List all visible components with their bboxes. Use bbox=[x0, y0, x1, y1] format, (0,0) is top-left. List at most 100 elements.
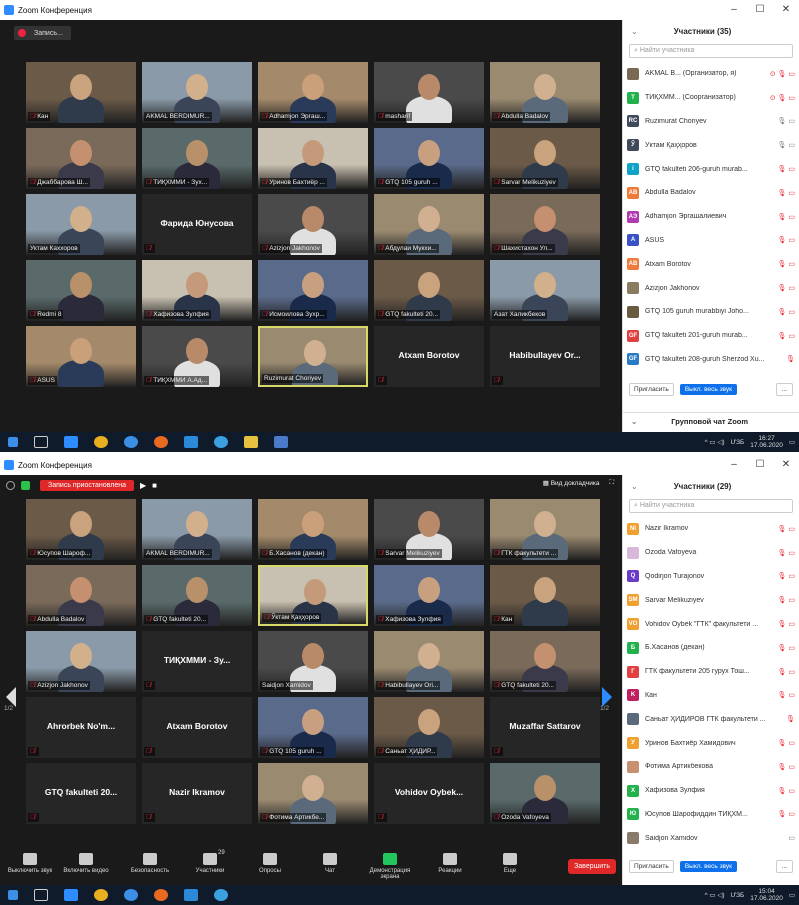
video-tile[interactable]: 🎙̸ Sarvar Melikuziyev bbox=[374, 499, 484, 560]
close-button[interactable]: ✕ bbox=[773, 455, 799, 475]
video-tile[interactable]: Ahrorbek No'm... 🎙̸ bbox=[26, 697, 136, 758]
participant-row[interactable]: Saidjon Xamidov ▭ bbox=[627, 826, 795, 850]
video-tile[interactable]: Atxam Borotov 🎙̸ bbox=[374, 326, 484, 387]
video-tile[interactable]: 🎙̸ Саньат ҲИДИР... bbox=[374, 697, 484, 758]
participant-row[interactable]: i GTQ fakulteti 206-guruh murab... 🎙 ▭ bbox=[627, 157, 795, 181]
video-tile[interactable]: 🎙̸ Кан bbox=[26, 62, 136, 123]
video-tile[interactable]: 🎙̸ Abdulla Badalov bbox=[490, 62, 600, 123]
participant-row[interactable]: Ю Юсупов Шарофиддин ТИҚХМ... 🎙 ▭ bbox=[627, 803, 795, 827]
telegram-icon[interactable] bbox=[214, 889, 228, 901]
video-tile[interactable]: Ruzimurat Choriyev bbox=[258, 326, 368, 387]
clock[interactable]: 15:04 17.06.2020 bbox=[750, 888, 783, 902]
search-input[interactable]: ⌕ Найти участника bbox=[629, 44, 793, 58]
mute-all-button[interactable]: Выкл. весь звук bbox=[679, 861, 737, 872]
stop-recording-icon[interactable]: ■ bbox=[152, 481, 157, 490]
participant-row[interactable]: Б Б.Хасанов (декан) 🎙 ▭ bbox=[627, 636, 795, 660]
tray-icons[interactable]: ^ ▭ ◁) bbox=[705, 891, 725, 899]
video-tile[interactable]: 🎙̸ Юсупов Шароф... bbox=[26, 499, 136, 560]
firefox-icon[interactable] bbox=[154, 889, 168, 901]
clock[interactable]: 16:27 17.06.2020 bbox=[750, 435, 783, 449]
language-indicator[interactable]: ƯЗБ bbox=[731, 439, 745, 446]
video-tile[interactable]: Уктам Каххоров bbox=[26, 194, 136, 255]
video-tile[interactable]: AKMAL BERDIMUR... bbox=[142, 62, 252, 123]
speaker-view-button[interactable]: ▦ Вид докладчика bbox=[543, 479, 600, 487]
zoom-taskbar-icon[interactable] bbox=[64, 436, 78, 448]
polls-button[interactable]: Опросы bbox=[240, 853, 300, 874]
video-tile[interactable]: Nazir Ikramov 🎙̸ bbox=[142, 763, 252, 824]
video-tile[interactable]: 🎙̸ Фотима Артикбе... bbox=[258, 763, 368, 824]
prev-page-icon[interactable] bbox=[6, 687, 16, 707]
video-tile[interactable]: 🎙̸ GTQ 105 guruh ... bbox=[258, 697, 368, 758]
invite-button[interactable]: Пригласить bbox=[629, 860, 674, 873]
video-tile[interactable]: 🎙̸ Ўктам Қаҳҳоров bbox=[258, 565, 368, 626]
notification-icon[interactable]: ▭ bbox=[789, 438, 795, 446]
participant-row[interactable]: Г ГТК факультети 205 гурух Тош... 🎙 ▭ bbox=[627, 660, 795, 684]
language-indicator[interactable]: ƯЗБ bbox=[731, 892, 745, 899]
participant-row[interactable]: Ozoda Vafoyeva 🎙 ▭ bbox=[627, 541, 795, 565]
video-tile[interactable]: GTQ fakulteti 20... 🎙̸ bbox=[26, 763, 136, 824]
video-tile[interactable]: 🎙̸ Azizjon Jakhonov bbox=[258, 194, 368, 255]
vscode-icon[interactable] bbox=[184, 889, 198, 901]
video-tile[interactable]: 🎙̸ ASUS bbox=[26, 326, 136, 387]
vscode-icon[interactable] bbox=[184, 436, 198, 448]
chevron-down-icon[interactable]: ⌄ bbox=[631, 27, 638, 36]
video-tile[interactable]: 🎙̸ Исмоилова Зухр... bbox=[258, 260, 368, 321]
video-tile[interactable]: 🎙̸ Azizjon Jakhonov bbox=[26, 631, 136, 692]
close-button[interactable]: ✕ bbox=[773, 0, 799, 20]
chrome-icon[interactable] bbox=[94, 889, 108, 901]
more-button[interactable]: ... bbox=[775, 860, 793, 873]
security-button[interactable]: Безопасность bbox=[120, 853, 180, 874]
video-tile[interactable]: 🎙̸ Б.Хасанов (декан) bbox=[258, 499, 368, 560]
reactions-button[interactable]: Реакции bbox=[420, 853, 480, 874]
participant-row[interactable]: AЭ Adhamjon Эргашалиевич 🎙 ▭ bbox=[627, 205, 795, 229]
participant-row[interactable]: Фотима Артикбекова 🎙 ▭ bbox=[627, 755, 795, 779]
video-tile[interactable]: 🎙̸ ТИҚХММИ - Зух... bbox=[142, 128, 252, 189]
participant-row[interactable]: Q Qodirjon Turajonov 🎙 ▭ bbox=[627, 565, 795, 589]
more-button[interactable]: Еще bbox=[480, 853, 540, 874]
participant-row[interactable]: GF GTQ fakulteti 208-guruh Sherzod Xu... 🎙 bbox=[627, 348, 795, 372]
chevron-down-icon[interactable]: ⌄ bbox=[631, 417, 637, 426]
video-tile[interactable]: 🎙̸ Redmi 8 bbox=[26, 260, 136, 321]
minimize-button[interactable]: – bbox=[721, 0, 747, 20]
participants-button[interactable]: 29 Участники bbox=[180, 850, 240, 874]
notification-icon[interactable]: ▭ bbox=[789, 891, 795, 899]
mute-all-button[interactable]: Выкл. весь звук bbox=[679, 384, 737, 395]
video-tile[interactable]: 🎙̸ ТИҚХММИ А.Ад... bbox=[142, 326, 252, 387]
participant-row[interactable]: AB Abdulla Badalov 🎙 ▭ bbox=[627, 181, 795, 205]
video-tile[interactable]: 🎙̸ GTQ fakulteti 20... bbox=[374, 260, 484, 321]
participant-row[interactable]: Azizjon Jakhonov 🎙 ▭ bbox=[627, 276, 795, 300]
tray-icons[interactable]: ^ ▭ ◁) bbox=[705, 438, 725, 446]
participant-row[interactable]: GF GTQ fakulteti 201-guruh murab... 🎙 ▭ bbox=[627, 324, 795, 348]
record-indicator[interactable]: Запись... bbox=[14, 26, 71, 40]
task-view-icon[interactable] bbox=[34, 889, 48, 901]
video-tile[interactable]: Vohidov Oybek... 🎙̸ bbox=[374, 763, 484, 824]
share-screen-button[interactable]: Демонстрация экрана bbox=[360, 853, 420, 880]
search-input[interactable]: ⌕ Найти участника bbox=[629, 499, 793, 513]
participant-row[interactable]: K Кан 🎙 ▭ bbox=[627, 684, 795, 708]
task-view-icon[interactable] bbox=[34, 436, 48, 448]
video-tile[interactable]: Habibullayev Or... 🎙̸ bbox=[490, 326, 600, 387]
next-page-icon[interactable] bbox=[602, 687, 612, 707]
video-tile[interactable]: ТИҚХММИ - Зу... 🎙̸ bbox=[142, 631, 252, 692]
mute-button[interactable]: Выключить звук bbox=[0, 853, 60, 874]
participant-row[interactable]: X Хафизова Зулфия 🎙 ▭ bbox=[627, 779, 795, 803]
zoom-taskbar-icon[interactable] bbox=[64, 889, 78, 901]
telegram-icon[interactable] bbox=[214, 436, 228, 448]
maximize-button[interactable]: ☐ bbox=[747, 0, 773, 20]
video-tile[interactable]: 🎙̸ masharif bbox=[374, 62, 484, 123]
participant-row[interactable]: A ASUS 🎙 ▭ bbox=[627, 229, 795, 253]
video-tile[interactable]: 🎙̸ GTQ fakulteti 20... bbox=[142, 565, 252, 626]
video-tile[interactable]: 🎙̸ GTQ 105 guruh ... bbox=[374, 128, 484, 189]
video-tile[interactable]: 🎙̸ GTQ fakulteti 20... bbox=[490, 631, 600, 692]
participant-row[interactable]: Саньат ҲИДИРОВ ГТК факультети ... 🎙 bbox=[627, 707, 795, 731]
participant-row[interactable]: VO Vohidov Oybek "ГТК" факультети ... 🎙 ▭ bbox=[627, 612, 795, 636]
video-tile[interactable]: Atxam Borotov 🎙̸ bbox=[142, 697, 252, 758]
video-button[interactable]: Включить видео bbox=[56, 853, 116, 874]
video-tile[interactable]: 🎙̸ Abdulla Badalov bbox=[26, 565, 136, 626]
participant-row[interactable]: NI Nazir Ikramov 🎙 ▭ bbox=[627, 517, 795, 541]
video-tile[interactable]: Фарида Юнусова 🎙̸ bbox=[142, 194, 252, 255]
info-icon[interactable] bbox=[6, 480, 15, 490]
participant-row[interactable]: RC Ruzimurat Choriyev 🎙 ▭ bbox=[627, 110, 795, 134]
participant-row[interactable]: T ТИҚХММ... (Соорганизатор) ⊙ 🎙 ▭ bbox=[627, 86, 795, 110]
video-tile[interactable]: 🎙̸ Ozoda Vafoyeva bbox=[490, 763, 600, 824]
